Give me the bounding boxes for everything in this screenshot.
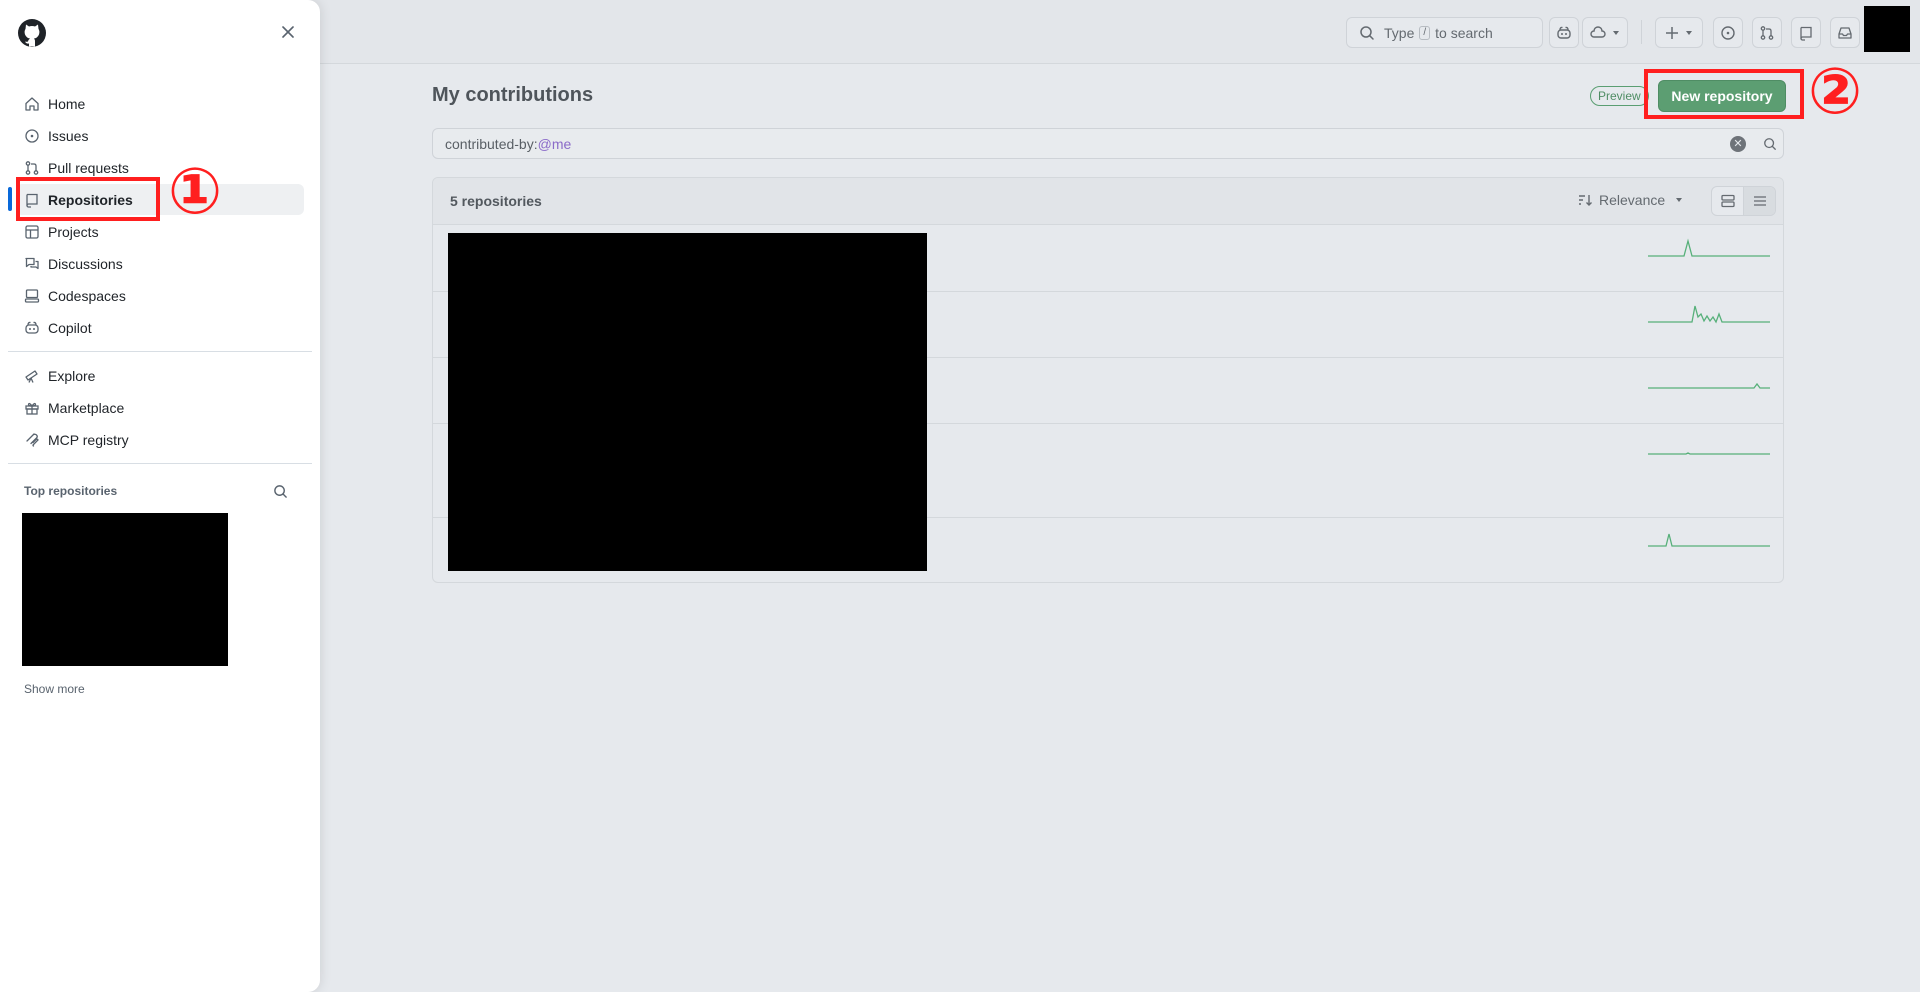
close-drawer-button[interactable] [278, 22, 298, 42]
annotation-number-two: ② [1808, 55, 1863, 129]
copilot-icon [25, 321, 39, 334]
codespaces-dropdown-button[interactable] [1582, 17, 1628, 48]
sidebar-item-label: Discussions [48, 255, 123, 272]
sidebar-item-label: Pull requests [48, 159, 129, 176]
sidebar-item-label: Marketplace [48, 399, 125, 416]
annotation-box-new-repository [1644, 69, 1804, 119]
caret-down-icon [1686, 30, 1692, 35]
activity-sparkline [1648, 382, 1770, 389]
top-repositories-heading: Top repositories [24, 484, 118, 498]
codespaces-icon [24, 288, 40, 303]
sidebar-item-label: Issues [48, 127, 89, 144]
sidebar-divider [8, 351, 312, 352]
sort-label: Relevance [1599, 192, 1666, 208]
mcp-icon [26, 432, 39, 447]
preview-badge: Preview [1590, 86, 1649, 106]
list-view-button[interactable] [1743, 187, 1775, 215]
show-more-link[interactable]: Show more [24, 682, 85, 696]
plus-icon [1666, 26, 1678, 39]
sort-dropdown[interactable]: Relevance [1577, 192, 1683, 208]
sort-icon [1579, 195, 1592, 206]
cloud-icon [1590, 25, 1606, 38]
close-icon [282, 26, 294, 38]
issues-button[interactable] [1713, 17, 1743, 48]
create-new-dropdown-button[interactable] [1655, 17, 1703, 48]
view-toggle[interactable] [1711, 186, 1776, 216]
sidebar-item-label: Codespaces [48, 287, 126, 304]
activity-sparkline [1648, 305, 1770, 324]
clear-filter-icon[interactable]: ✕ [1730, 136, 1746, 152]
search-suffix-text: to search [1435, 24, 1493, 41]
sidebar-item-label: Projects [48, 223, 99, 240]
search-icon [1764, 137, 1776, 150]
search-prefix-text: Type [1384, 24, 1415, 41]
search-icon [274, 485, 287, 498]
sidebar-divider [8, 463, 312, 464]
sidebar-item-home[interactable]: Home [16, 88, 304, 119]
github-logo-icon[interactable] [17, 18, 47, 51]
copilot-button[interactable] [1549, 17, 1579, 48]
navigation-drawer: Home Issues Pull requests Repositories P… [0, 0, 320, 992]
comment-discussion-icon [25, 257, 39, 269]
sidebar-item-mcp-registry[interactable]: MCP registry [16, 424, 304, 455]
activity-sparkline [1648, 452, 1770, 455]
caret-down-icon [1613, 30, 1619, 35]
activity-sparkline [1648, 533, 1770, 547]
user-avatar[interactable] [1864, 6, 1910, 52]
sidebar-item-explore[interactable]: Explore [16, 360, 304, 391]
sidebar-item-codespaces[interactable]: Codespaces [16, 280, 304, 311]
top-repositories-search-button[interactable] [273, 484, 288, 502]
search-shortcut-key: / [1419, 25, 1431, 40]
annotation-number-one: ① [168, 155, 223, 229]
issue-icon [25, 128, 39, 143]
sidebar-item-discussions[interactable]: Discussions [16, 248, 304, 279]
sidebar-item-label: Copilot [48, 319, 92, 336]
sidebar-item-issues[interactable]: Issues [16, 120, 304, 151]
pull-request-icon [25, 160, 39, 175]
sidebar-item-label: Home [48, 95, 86, 112]
list-view-icon [1753, 196, 1766, 206]
pull-requests-button[interactable] [1752, 17, 1782, 48]
repository-filter-input[interactable]: contributed-by: @me [432, 128, 1758, 159]
inbox-icon [1838, 26, 1852, 39]
header-divider [1641, 20, 1642, 44]
activity-sparkline [1648, 238, 1770, 257]
global-search-input[interactable]: Type / to search [1346, 17, 1543, 48]
pull-request-icon [1760, 25, 1774, 40]
caret-down-icon [1676, 198, 1683, 202]
active-indicator [8, 187, 12, 211]
sidebar-item-label: MCP registry [48, 431, 129, 448]
telescope-icon [25, 369, 38, 383]
filter-search-button[interactable] [1757, 128, 1784, 159]
repository-list-header: 5 repositories Relevance [433, 178, 1783, 225]
redacted-top-repositories [22, 513, 228, 666]
page-title: My contributions [432, 84, 594, 106]
annotation-box-repositories [16, 177, 160, 221]
inbox-button[interactable] [1830, 17, 1860, 48]
repo-icon [1800, 26, 1812, 41]
issue-icon [1721, 25, 1735, 40]
filter-value: @me [537, 135, 572, 152]
redacted-repository-names [448, 233, 927, 571]
card-view-icon [1720, 194, 1735, 208]
copilot-icon [1557, 26, 1571, 39]
sidebar-item-label: Explore [48, 367, 96, 384]
card-view-button[interactable] [1712, 187, 1743, 215]
repositories-button[interactable] [1791, 17, 1821, 48]
filter-qualifier: contributed-by: [445, 135, 538, 152]
sidebar-item-marketplace[interactable]: Marketplace [16, 392, 304, 423]
table-icon [25, 224, 39, 239]
repository-count: 5 repositories [450, 193, 542, 209]
home-icon [25, 96, 39, 111]
sidebar-item-copilot[interactable]: Copilot [16, 312, 304, 343]
search-icon [1360, 25, 1374, 40]
gift-icon [25, 402, 39, 415]
